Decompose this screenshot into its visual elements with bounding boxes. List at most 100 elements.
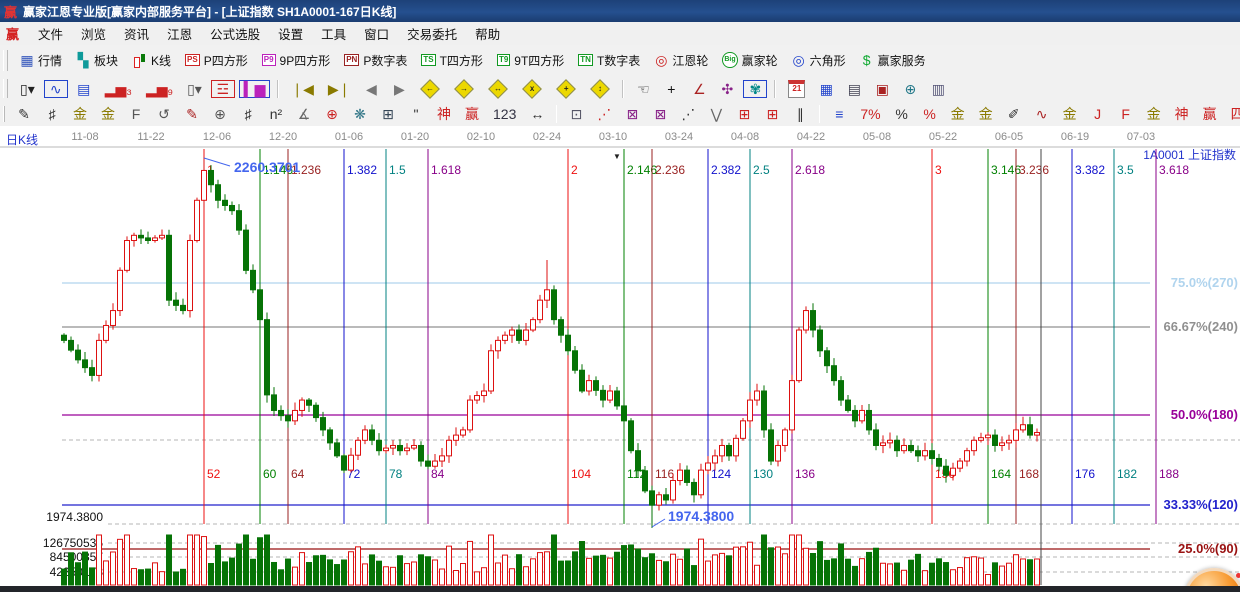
p-square-button[interactable]: PS P四方形 bbox=[179, 49, 254, 72]
red-grid-button[interactable]: ⊞ bbox=[731, 104, 757, 124]
parallel-lines-button[interactable]: ∥ bbox=[787, 104, 813, 124]
t-square-button[interactable]: TS T四方形 bbox=[415, 49, 489, 72]
workstation-button[interactable]: ▥ bbox=[925, 79, 951, 99]
save-button[interactable]: ▣ bbox=[869, 79, 895, 99]
gann-web-button[interactable]: ❋ bbox=[347, 104, 373, 124]
crosshair-tool-button[interactable]: + bbox=[658, 79, 684, 99]
candle-style-dropdown-button[interactable]: ▯▾ bbox=[181, 79, 208, 99]
fib-ruler-button[interactable]: F bbox=[123, 104, 149, 124]
menu-help[interactable]: 帮助 bbox=[466, 22, 509, 45]
gold-ratio-ruler-2-button[interactable]: 金 bbox=[95, 104, 121, 124]
fan-lines-boxed-button[interactable]: ⊠ bbox=[619, 104, 645, 124]
ying-angle-button[interactable]: 赢 bbox=[1197, 104, 1223, 124]
menu-news[interactable]: 资讯 bbox=[115, 22, 158, 45]
nav-next-button[interactable]: ▶ bbox=[386, 79, 412, 99]
box-measure-button[interactable]: ⊡ bbox=[563, 104, 589, 124]
draw-pen-button[interactable]: ✎ bbox=[11, 104, 37, 124]
fan-lines-button[interactable]: ⋰ bbox=[591, 104, 617, 124]
kline-period-dropdown-button[interactable]: ▯▾ bbox=[14, 79, 41, 99]
time-ruler-button[interactable]: ♯ bbox=[39, 104, 65, 124]
memo-notes-button[interactable]: ▤ bbox=[841, 79, 867, 99]
nav-first-button[interactable]: ❘◀ bbox=[285, 79, 320, 99]
sectors-button[interactable]: ▚ 板块 bbox=[70, 49, 124, 72]
gold-box-button[interactable]: 金 bbox=[1057, 104, 1083, 124]
p-number-table-button[interactable]: PN P数字表 bbox=[338, 49, 413, 72]
wave-ruler-button[interactable]: ∿ bbox=[1029, 104, 1055, 124]
crosshair-cycle-button[interactable]: ⊕ bbox=[319, 104, 345, 124]
kline-chart-canvas[interactable]: 11-08 11-22 12-06 12-20 01-06 01-20 02-10 02-24… bbox=[0, 126, 1240, 592]
menu-trade[interactable]: 交易委托 bbox=[398, 22, 466, 45]
minute-3-chart-button[interactable]: ▂▅₃ bbox=[99, 79, 138, 99]
bar-count-ruler-button[interactable]: ♯ bbox=[235, 104, 261, 124]
gann-shift-left-button[interactable]: ← bbox=[414, 77, 446, 101]
gann-horizontal-button[interactable]: ↔ bbox=[482, 77, 514, 101]
quote-mark-tool-button[interactable]: ʺ bbox=[403, 104, 429, 124]
pencil-fan-button[interactable]: ⋰ bbox=[675, 104, 701, 124]
gann-cross-button[interactable]: + bbox=[550, 77, 582, 101]
j-angle-button[interactable]: J bbox=[1085, 104, 1111, 124]
9t-square-button[interactable]: T9 9T四方形 bbox=[491, 49, 570, 72]
shen-ruler-button[interactable]: 神 bbox=[431, 104, 457, 124]
v-waves-button[interactable]: ⋁ bbox=[703, 104, 729, 124]
menu-file[interactable]: 文件 bbox=[29, 22, 72, 45]
zigzag-view-button[interactable]: ∿ bbox=[43, 79, 69, 99]
menu-browse[interactable]: 浏览 bbox=[72, 22, 115, 45]
chart-area[interactable]: 11-08 11-22 12-06 12-20 01-06 01-20 02-10 02-24… bbox=[0, 126, 1240, 592]
fan-lines-boxed-2-button[interactable]: ⊠ bbox=[647, 104, 673, 124]
gann-web-boxed-button[interactable]: ⊞ bbox=[375, 104, 401, 124]
red-grid-2-button[interactable]: ⊞ bbox=[759, 104, 785, 124]
menu-formula-picker[interactable]: 公式选股 bbox=[201, 22, 269, 45]
hand-tool-button[interactable]: ☜ bbox=[630, 79, 656, 99]
percent-line-button[interactable]: % bbox=[917, 104, 943, 124]
angle-ruler-button[interactable]: ∡ bbox=[291, 104, 317, 124]
winner-wheel-button[interactable]: Big 赢家轮 bbox=[716, 49, 783, 72]
9p-square-button[interactable]: P9 9P四方形 bbox=[256, 49, 336, 72]
angle-measure-tool-button[interactable]: ∠ bbox=[686, 79, 712, 99]
calculator-button[interactable]: ▦ bbox=[813, 79, 839, 99]
nav-last-button[interactable]: ▶❘ bbox=[322, 79, 357, 99]
si-angle-button[interactable]: 四 bbox=[1225, 104, 1240, 124]
numbered-ruler-button[interactable]: 123 bbox=[487, 104, 522, 124]
compress-view-button[interactable]: ☲ bbox=[210, 79, 236, 99]
gann-wheel-button[interactable]: ◎ 江恩轮 bbox=[648, 49, 714, 72]
gold-box-icon: 金 bbox=[1062, 106, 1077, 122]
gold-ratio-ruler-button[interactable]: 金 bbox=[67, 104, 93, 124]
cycle-ruler-button[interactable]: ⊕ bbox=[207, 104, 233, 124]
menu-window[interactable]: 窗口 bbox=[355, 22, 398, 45]
hexagon-button[interactable]: ◎ 六角形 bbox=[786, 49, 852, 72]
percent-tool-button[interactable]: % bbox=[889, 104, 915, 124]
web-sync-button[interactable]: ⊕ bbox=[897, 79, 923, 99]
date-tick-label: 04-08 bbox=[731, 131, 759, 143]
f-angle-button[interactable]: F bbox=[1113, 104, 1139, 124]
f10-info-button[interactable]: ▤ bbox=[71, 79, 97, 99]
price-ladder-button[interactable]: ≡ bbox=[826, 104, 852, 124]
nav-prev-button[interactable]: ◀ bbox=[358, 79, 384, 99]
percent-retrace-button[interactable]: 7% bbox=[854, 104, 886, 124]
menu-tools[interactable]: 工具 bbox=[312, 22, 355, 45]
menu-gann[interactable]: 江恩 bbox=[158, 22, 201, 45]
gann-shift-right-button[interactable]: → bbox=[448, 77, 480, 101]
gann-diagonal-button[interactable]: x bbox=[516, 77, 548, 101]
shen-angle-button[interactable]: 神 bbox=[1169, 104, 1195, 124]
marker-pen-button[interactable]: ✎ bbox=[179, 104, 205, 124]
gann-vertical-button[interactable]: ↕ bbox=[584, 77, 616, 101]
menu-settings[interactable]: 设置 bbox=[269, 22, 312, 45]
gold-lines-button[interactable]: 金 bbox=[973, 104, 999, 124]
minute-9-chart-button[interactable]: ▂▅₉ bbox=[140, 79, 179, 99]
gold-circle-button[interactable]: 金 bbox=[945, 104, 971, 124]
square-of-nine-ruler-button[interactable]: n² bbox=[263, 104, 289, 124]
gann-shape-tool-button[interactable]: ✣ bbox=[714, 79, 740, 99]
ying-ruler-button[interactable]: 赢 bbox=[459, 104, 485, 124]
span-arrow-ruler-button[interactable]: ↔ bbox=[524, 104, 550, 124]
volume-view-button[interactable]: ▍▆ bbox=[238, 79, 272, 99]
candle-body bbox=[355, 439, 361, 456]
calendar-button[interactable]: 21 bbox=[782, 77, 811, 101]
gold-angle-button[interactable]: 金 bbox=[1141, 104, 1167, 124]
smart-analysis-tool-button[interactable]: ✾ bbox=[742, 79, 768, 99]
winner-service-button[interactable]: $ 赢家服务 bbox=[854, 49, 932, 72]
quotes-button[interactable]: ▦ 行情 bbox=[14, 49, 68, 72]
kline-button[interactable]: K线 bbox=[126, 49, 177, 72]
spiral-tool-button[interactable]: ↺ bbox=[151, 104, 177, 124]
ink-brush-button[interactable]: ✐ bbox=[1001, 104, 1027, 124]
t-number-table-button[interactable]: TN T数字表 bbox=[572, 49, 646, 72]
